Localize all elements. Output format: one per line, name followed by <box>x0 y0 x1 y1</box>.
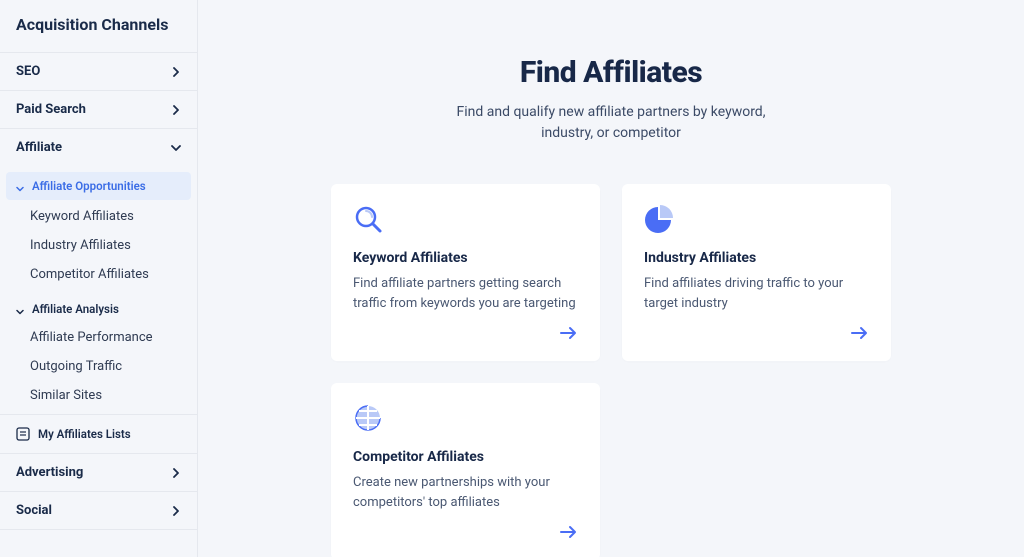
sidebar-item-paid-search[interactable]: Paid Search <box>0 90 197 128</box>
card-title: Industry Affiliates <box>644 250 869 266</box>
sidebar-item-label: Advertising <box>16 465 83 480</box>
chevron-down-icon <box>16 305 24 313</box>
arrow-right-icon <box>558 323 578 343</box>
sidebar-link-affiliate-performance[interactable]: Affiliate Performance <box>0 323 197 352</box>
sidebar-item-label: Social <box>16 503 52 518</box>
sidebar-item-affiliate[interactable]: Affiliate <box>0 128 197 166</box>
sidebar-item-label: SEO <box>16 64 40 79</box>
sidebar-link-outgoing-traffic[interactable]: Outgoing Traffic <box>0 352 197 381</box>
sidebar-subheader-label: Affiliate Opportunities <box>32 179 146 193</box>
globe-icon <box>353 403 383 433</box>
arrow-right-icon <box>849 323 869 343</box>
card-competitor-affiliates[interactable]: Competitor Affiliates Create new partner… <box>331 383 600 557</box>
sidebar-item-label: Affiliate <box>16 140 62 155</box>
chevron-right-icon <box>171 105 181 115</box>
sidebar-title: Acquisition Channels <box>0 0 197 52</box>
sidebar-item-advertising[interactable]: Advertising <box>0 453 197 491</box>
sidebar-item-label: Paid Search <box>16 102 86 117</box>
main-content: Find Affiliates Find and qualify new aff… <box>198 0 1024 557</box>
sidebar-affiliate-group: Affiliate Opportunities Keyword Affiliat… <box>0 166 197 414</box>
sidebar-link-similar-sites[interactable]: Similar Sites <box>0 381 197 410</box>
sidebar-item-my-affiliates-lists[interactable]: My Affiliates Lists <box>0 414 197 453</box>
card-industry-affiliates[interactable]: Industry Affiliates Find affiliates driv… <box>622 184 891 361</box>
pie-chart-icon <box>644 204 674 234</box>
card-desc: Find affiliates driving traffic to your … <box>644 274 869 313</box>
sidebar-item-seo[interactable]: SEO <box>0 52 197 90</box>
magnifier-icon <box>353 204 383 234</box>
page-subtitle: Find and qualify new affiliate partners … <box>431 102 791 144</box>
arrow-right-icon <box>558 522 578 542</box>
page-title: Find Affiliates <box>331 55 891 90</box>
sidebar-item-social[interactable]: Social <box>0 491 197 530</box>
chevron-down-icon <box>16 182 24 190</box>
sidebar-subheader-opportunities[interactable]: Affiliate Opportunities <box>6 172 191 200</box>
sidebar-subheader-label: Affiliate Analysis <box>32 302 119 316</box>
card-grid: Keyword Affiliates Find affiliate partne… <box>331 184 891 557</box>
card-desc: Create new partnerships with your compet… <box>353 473 578 512</box>
sidebar-link-competitor-affiliates[interactable]: Competitor Affiliates <box>0 260 197 289</box>
card-desc: Find affiliate partners getting search t… <box>353 274 578 313</box>
sidebar-subheader-analysis[interactable]: Affiliate Analysis <box>0 295 197 323</box>
chevron-right-icon <box>171 468 181 478</box>
card-keyword-affiliates[interactable]: Keyword Affiliates Find affiliate partne… <box>331 184 600 361</box>
sidebar-item-label: My Affiliates Lists <box>38 427 131 441</box>
sidebar: Acquisition Channels SEO Paid Search Aff… <box>0 0 198 557</box>
chevron-right-icon <box>171 506 181 516</box>
sidebar-link-industry-affiliates[interactable]: Industry Affiliates <box>0 231 197 260</box>
list-icon <box>16 427 30 441</box>
card-title: Keyword Affiliates <box>353 250 578 266</box>
chevron-down-icon <box>171 143 181 153</box>
hero: Find Affiliates Find and qualify new aff… <box>331 55 891 144</box>
chevron-right-icon <box>171 67 181 77</box>
sidebar-link-keyword-affiliates[interactable]: Keyword Affiliates <box>0 202 197 231</box>
card-title: Competitor Affiliates <box>353 449 578 465</box>
